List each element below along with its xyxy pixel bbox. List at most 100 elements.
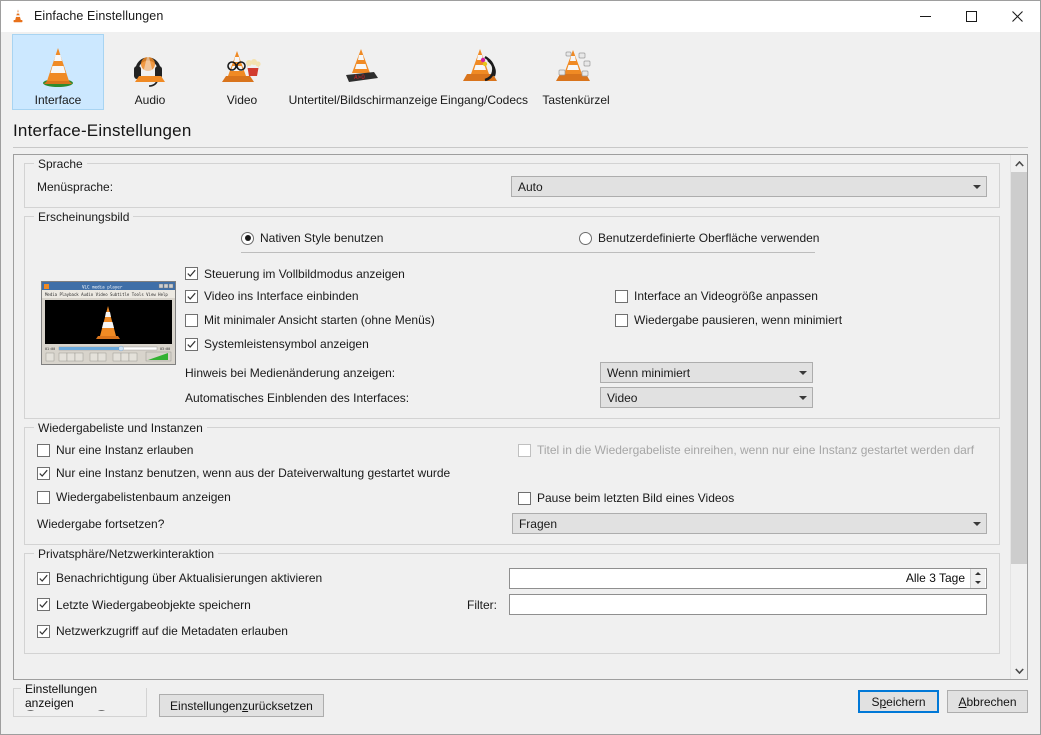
checkbox-playlist-tree[interactable]: Wiedergabelistenbaum anzeigen [37, 485, 518, 509]
cables-icon [461, 41, 507, 89]
title-bar: Einfache Einstellungen [1, 1, 1040, 32]
maximize-icon [966, 11, 977, 22]
vertical-scrollbar[interactable] [1010, 155, 1027, 679]
toolbar-item-label: Interface [35, 93, 82, 107]
scrollbar-thumb[interactable] [1011, 172, 1028, 564]
auto-raise-combobox[interactable]: Video [600, 387, 813, 408]
filter-label: Filter: [467, 598, 497, 612]
resume-playback-combobox[interactable]: Fragen [512, 513, 987, 534]
headphones-icon [127, 41, 173, 89]
settings-content: Sprache Menüsprache: Auto Erscheinungsbi… [14, 155, 1010, 679]
scrollbar-track[interactable] [1011, 172, 1028, 662]
menu-language-combobox[interactable]: Auto [511, 176, 987, 197]
save-label-post: eichern [886, 695, 925, 709]
page-title: Interface-Einstellungen [13, 121, 1040, 141]
checkbox-icon [518, 492, 531, 505]
close-button[interactable] [994, 1, 1040, 32]
checkbox-update-notification[interactable]: Benachrichtigung über Aktualisierungen a… [37, 565, 509, 591]
title-divider [13, 147, 1028, 148]
update-interval-value: Alle 3 Tage [514, 571, 970, 585]
group-language-legend: Sprache [34, 157, 87, 171]
checkbox-pause-on-minimize[interactable]: Wiedergabe pausieren, wenn minimiert [615, 308, 987, 332]
checkbox-icon [37, 598, 50, 611]
checkbox-label: Letzte Wiedergabeobjekte speichern [56, 598, 251, 612]
chevron-down-icon [968, 185, 986, 189]
toolbar-item-input-codecs[interactable]: Eingang/Codecs [438, 34, 530, 110]
scroll-down-button[interactable] [1011, 662, 1028, 679]
group-playlist: Wiedergabeliste und Instanzen Nur eine I… [24, 427, 1000, 545]
checkbox-enqueue-in-playlist[interactable]: Titel in die Wiedergabeliste einreihen, … [518, 439, 987, 461]
checkbox-resize-to-video[interactable]: Interface an Videogröße anpassen [615, 284, 987, 308]
reset-settings-label-pre: Einstellungen [170, 699, 242, 713]
cancel-label-post: bbrechen [966, 695, 1016, 709]
cancel-button[interactable]: Abbrechen [947, 690, 1028, 713]
svg-text:03:00: 03:00 [160, 347, 170, 351]
checkbox-label: Nur eine Instanz benutzen, wenn aus der … [56, 466, 450, 480]
show-settings-group: Einstellungen anzeigen Einfach Alle [13, 688, 147, 717]
toolbar-item-hotkeys[interactable]: Tastenkürzel [530, 34, 622, 110]
save-accel: p [879, 695, 886, 709]
checkbox-network-metadata-access[interactable]: Netzwerkzugriff auf die Metadaten erlaub… [37, 618, 509, 644]
checkbox-minimal-view[interactable]: Mit minimaler Ansicht starten (ohne Menü… [185, 308, 615, 332]
settings-scroll-area: Sprache Menüsprache: Auto Erscheinungsbi… [13, 154, 1028, 680]
spinner-down-icon[interactable] [971, 578, 985, 588]
checkbox-systray-icon[interactable]: Systemleistensymbol anzeigen [185, 332, 615, 356]
update-interval-spinbox[interactable]: Alle 3 Tage [509, 568, 987, 589]
radio-native-style[interactable]: Nativen Style benutzen [241, 231, 579, 245]
check-icon [187, 292, 196, 301]
menu-language-label: Menüsprache: [37, 180, 511, 194]
toolbar-item-label: Untertitel/Bildschirmanzeige [289, 93, 438, 107]
checkbox-label: Titel in die Wiedergabeliste einreihen, … [537, 443, 974, 457]
menu-language-value: Auto [518, 180, 968, 194]
show-settings-legend: Einstellungen anzeigen [21, 682, 146, 710]
group-playlist-legend: Wiedergabeliste und Instanzen [34, 421, 207, 435]
save-button[interactable]: Speichern [858, 690, 939, 713]
window-controls [902, 1, 1040, 32]
chevron-down-icon [794, 371, 812, 375]
check-icon [187, 269, 196, 278]
checkbox-label: Mit minimaler Ansicht starten (ohne Menü… [204, 313, 435, 327]
maximize-button[interactable] [948, 1, 994, 32]
checkbox-one-instance[interactable]: Nur eine Instanz erlauben [37, 439, 518, 461]
toolbar-item-label: Video [227, 93, 257, 107]
radio-unselected-icon [579, 232, 592, 245]
checkbox-icon [615, 290, 628, 303]
svg-text:VLC media player: VLC media player [82, 284, 123, 289]
vlc-cone-icon [35, 41, 81, 89]
checkbox-label: Steuerung im Vollbildmodus anzeigen [204, 267, 405, 281]
reset-settings-button[interactable]: Einstellungen zurücksetzen [159, 694, 324, 717]
checkbox-save-recent-items[interactable]: Letzte Wiedergabeobjekte speichern [37, 591, 509, 618]
checkbox-one-instance-file-manager[interactable]: Nur eine Instanz benutzen, wenn aus der … [37, 461, 518, 485]
chevron-down-icon [794, 396, 812, 400]
radio-custom-skin[interactable]: Benutzerdefinierte Oberfläche verwenden [579, 231, 819, 245]
auto-raise-value: Video [607, 391, 794, 405]
checkbox-label: Benachrichtigung über Aktualisierungen a… [56, 571, 322, 585]
spinner-buttons[interactable] [970, 569, 985, 588]
appearance-divider [241, 252, 815, 253]
group-privacy: Privatsphäre/Netzwerkinteraktion Benachr… [24, 553, 1000, 654]
media-change-notify-label: Hinweis bei Medienänderung anzeigen: [185, 366, 600, 380]
toolbar-item-video[interactable]: Video [196, 34, 288, 110]
toolbar-item-subtitles[interactable]: A>O Untertitel/Bildschirmanzeige [288, 34, 438, 110]
radio-custom-skin-label: Benutzerdefinierte Oberfläche verwenden [598, 231, 819, 245]
checkbox-label: Systemleistensymbol anzeigen [204, 337, 369, 351]
spinner-up-icon[interactable] [971, 569, 985, 579]
media-change-notify-combobox[interactable]: Wenn minimiert [600, 362, 813, 383]
group-language: Sprache Menüsprache: Auto [24, 163, 1000, 208]
subtitles-icon: A>O [340, 41, 386, 89]
checkbox-label: Video ins Interface einbinden [204, 289, 359, 303]
checkbox-icon [185, 314, 198, 327]
checkbox-icon [185, 267, 198, 280]
minimize-button[interactable] [902, 1, 948, 32]
scroll-up-button[interactable] [1011, 155, 1028, 172]
checkbox-icon [185, 290, 198, 303]
toolbar-item-audio[interactable]: Audio [104, 34, 196, 110]
toolbar-item-interface[interactable]: Interface [12, 34, 104, 110]
filter-input[interactable] [509, 594, 987, 615]
radio-selected-icon [241, 232, 254, 245]
checkbox-embed-video[interactable]: Video ins Interface einbinden [185, 284, 615, 308]
toolbar-item-label: Audio [135, 93, 166, 107]
checkbox-fullscreen-controller[interactable]: Steuerung im Vollbildmodus anzeigen [185, 263, 615, 284]
checkbox-label: Interface an Videogröße anpassen [634, 289, 818, 303]
checkbox-pause-last-frame[interactable]: Pause beim letzten Bild eines Videos [518, 461, 987, 509]
